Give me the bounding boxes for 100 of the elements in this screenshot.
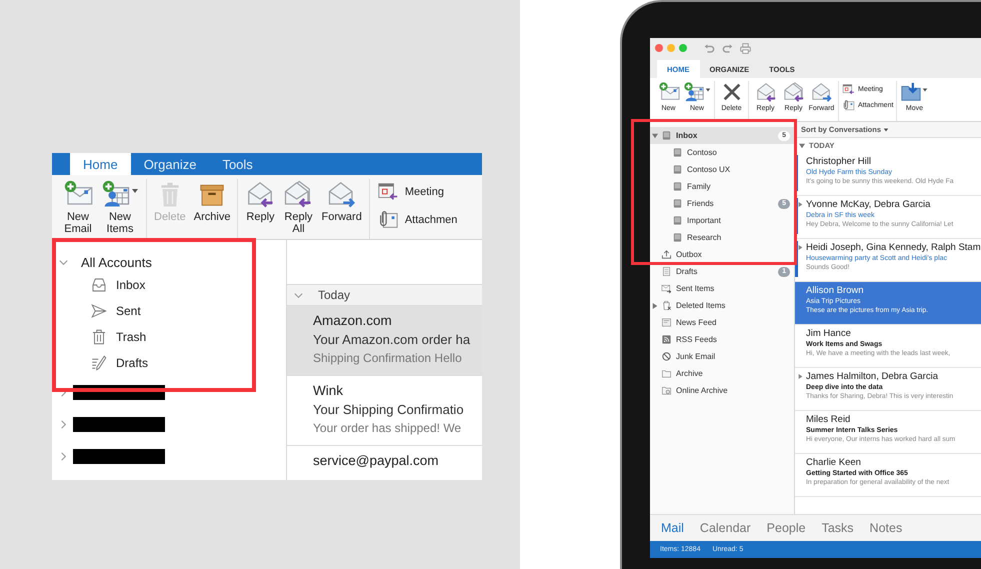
forward-button[interactable]: Forward bbox=[321, 179, 362, 223]
message-sender: Heidi Joseph, Gina Kennedy, Ralph Stam bbox=[806, 242, 981, 253]
reply-button[interactable]: Reply bbox=[245, 179, 276, 223]
upload-icon bbox=[661, 249, 672, 260]
message-sender: Christopher Hill bbox=[806, 156, 871, 167]
no-entry-icon bbox=[661, 351, 672, 362]
message-item[interactable]: Wink Your Shipping Confirmatio Your order has shipped! We bbox=[287, 376, 482, 446]
triangle-down-icon[interactable] bbox=[652, 132, 658, 138]
calendar-icon bbox=[842, 83, 855, 96]
message-sender: Yvonne McKay, Debra Garcia bbox=[806, 199, 930, 210]
folder-name[interactable]: Sent bbox=[116, 304, 141, 318]
attachment-button[interactable]: Attachmen bbox=[376, 209, 458, 231]
message-preview: Shipping Confirmation Hello bbox=[313, 351, 463, 365]
folder-item[interactable]: Contoso UX bbox=[650, 161, 794, 178]
close-button[interactable] bbox=[655, 44, 663, 52]
minimize-button[interactable] bbox=[667, 44, 675, 52]
envelope-arrow-icon bbox=[326, 179, 357, 209]
message-sender: service@paypal.com bbox=[313, 453, 440, 468]
envelopes-arrow-icon bbox=[782, 81, 804, 103]
triangle-right-icon[interactable] bbox=[652, 302, 658, 308]
folder-icon bbox=[672, 164, 683, 175]
message-subject: Your Amazon.com order ha bbox=[313, 332, 472, 347]
reply-all-button[interactable]: Reply All bbox=[283, 179, 314, 235]
ribbon-tab[interactable]: Home bbox=[70, 153, 131, 175]
folder-name[interactable]: Trash bbox=[116, 330, 146, 344]
folder-icon bbox=[672, 147, 683, 158]
message-sender: Amazon.com bbox=[313, 313, 393, 328]
folder-item[interactable]: Sent Items bbox=[650, 280, 794, 297]
message-item[interactable]: service@paypal.com bbox=[287, 446, 482, 480]
tray-icon bbox=[90, 276, 108, 294]
triangle-right-icon[interactable] bbox=[798, 245, 803, 250]
folder-name: Contoso bbox=[687, 148, 718, 157]
nav-tab[interactable]: Calendar bbox=[692, 521, 759, 535]
zoom-button[interactable] bbox=[679, 44, 687, 52]
folder-item[interactable]: Archive bbox=[650, 365, 794, 382]
message-sender: Miles Reid bbox=[806, 414, 850, 425]
folder-name: Outbox bbox=[676, 250, 703, 259]
folder-name: Contoso UX bbox=[687, 165, 732, 174]
meeting-button[interactable]: Meeting bbox=[376, 181, 444, 203]
envelope-plus-icon bbox=[658, 81, 680, 103]
account-name[interactable]: All Accounts bbox=[81, 254, 152, 270]
triangle-down-icon[interactable] bbox=[799, 142, 805, 148]
calendar-person-icon bbox=[101, 179, 131, 209]
redo-icon[interactable] bbox=[722, 42, 733, 54]
folder-icon bbox=[661, 368, 672, 379]
triangle-right-icon[interactable] bbox=[798, 202, 803, 207]
folder-name: Important bbox=[687, 216, 722, 225]
folder-name: Drafts bbox=[676, 267, 698, 276]
folder-item[interactable]: Contoso bbox=[650, 144, 794, 161]
ribbon-tab[interactable]: Organize bbox=[130, 153, 210, 175]
message-item[interactable]: Amazon.com Your Amazon.com order ha Shipping Confirmation Hello bbox=[287, 306, 482, 376]
folder-name: RSS Feeds bbox=[676, 335, 718, 344]
new-email-button[interactable]: New Email bbox=[63, 179, 93, 235]
message-sender: Charlie Keen bbox=[806, 457, 861, 468]
nav-tab[interactable]: People bbox=[758, 521, 814, 535]
folder-name: News Feed bbox=[676, 318, 718, 327]
folder-item[interactable]: Important bbox=[650, 212, 794, 229]
folder-name: Family bbox=[687, 182, 712, 191]
nav-tab[interactable]: Notes bbox=[862, 521, 910, 535]
caret-icon bbox=[922, 87, 928, 93]
folder-item[interactable]: Outbox bbox=[650, 246, 794, 263]
new-items-button[interactable]: New Items bbox=[101, 179, 139, 235]
folder-item[interactable]: Online Archive bbox=[650, 382, 794, 399]
folder-icon bbox=[661, 130, 672, 141]
folder-item[interactable]: Family bbox=[650, 178, 794, 195]
folder-item[interactable]: Deleted Items bbox=[650, 297, 794, 314]
print-icon[interactable] bbox=[740, 42, 751, 54]
folder-icon bbox=[672, 232, 683, 243]
message-sender: Wink bbox=[313, 383, 344, 398]
folder-name: Junk Email bbox=[676, 352, 716, 361]
message-sender: James Halmilton, Debra Garcia bbox=[806, 371, 938, 382]
folder-icon bbox=[672, 198, 683, 209]
undo-icon[interactable] bbox=[704, 42, 715, 54]
folder-name[interactable]: Inbox bbox=[116, 278, 146, 292]
triangle-right-icon[interactable] bbox=[798, 374, 803, 379]
folder-icon bbox=[672, 181, 683, 192]
nav-tab[interactable]: Mail bbox=[653, 521, 692, 535]
folder-name: Archive bbox=[676, 369, 704, 378]
envelope-arrow-icon bbox=[810, 81, 832, 103]
trash-icon bbox=[661, 300, 672, 311]
folder-name[interactable]: Drafts bbox=[116, 356, 148, 370]
envelope-arrow-icon bbox=[245, 179, 276, 209]
folder-name: Sent Items bbox=[676, 284, 716, 293]
folder-item[interactable]: RSS Feeds bbox=[650, 331, 794, 348]
nav-tab[interactable]: Tasks bbox=[814, 521, 862, 535]
folder-item[interactable]: Junk Email bbox=[650, 348, 794, 365]
message-preview: Your order has shipped! We bbox=[313, 421, 462, 435]
caret-icon bbox=[131, 187, 139, 195]
trash-icon bbox=[90, 328, 108, 346]
calendar-person-icon bbox=[683, 81, 705, 103]
ribbon-tab[interactable]: Tools bbox=[209, 153, 266, 175]
newspaper-icon bbox=[661, 317, 672, 328]
folder-item[interactable]: Research bbox=[650, 229, 794, 246]
paper-plane-icon bbox=[90, 302, 108, 320]
message-sender: Jim Hance bbox=[806, 328, 851, 339]
envelopes-arrow-icon bbox=[283, 179, 314, 209]
folder-arrow-icon bbox=[900, 81, 922, 103]
archive-button[interactable]: Archive bbox=[194, 179, 230, 223]
folder-name: Inbox bbox=[676, 131, 698, 140]
folder-item[interactable]: News Feed bbox=[650, 314, 794, 331]
